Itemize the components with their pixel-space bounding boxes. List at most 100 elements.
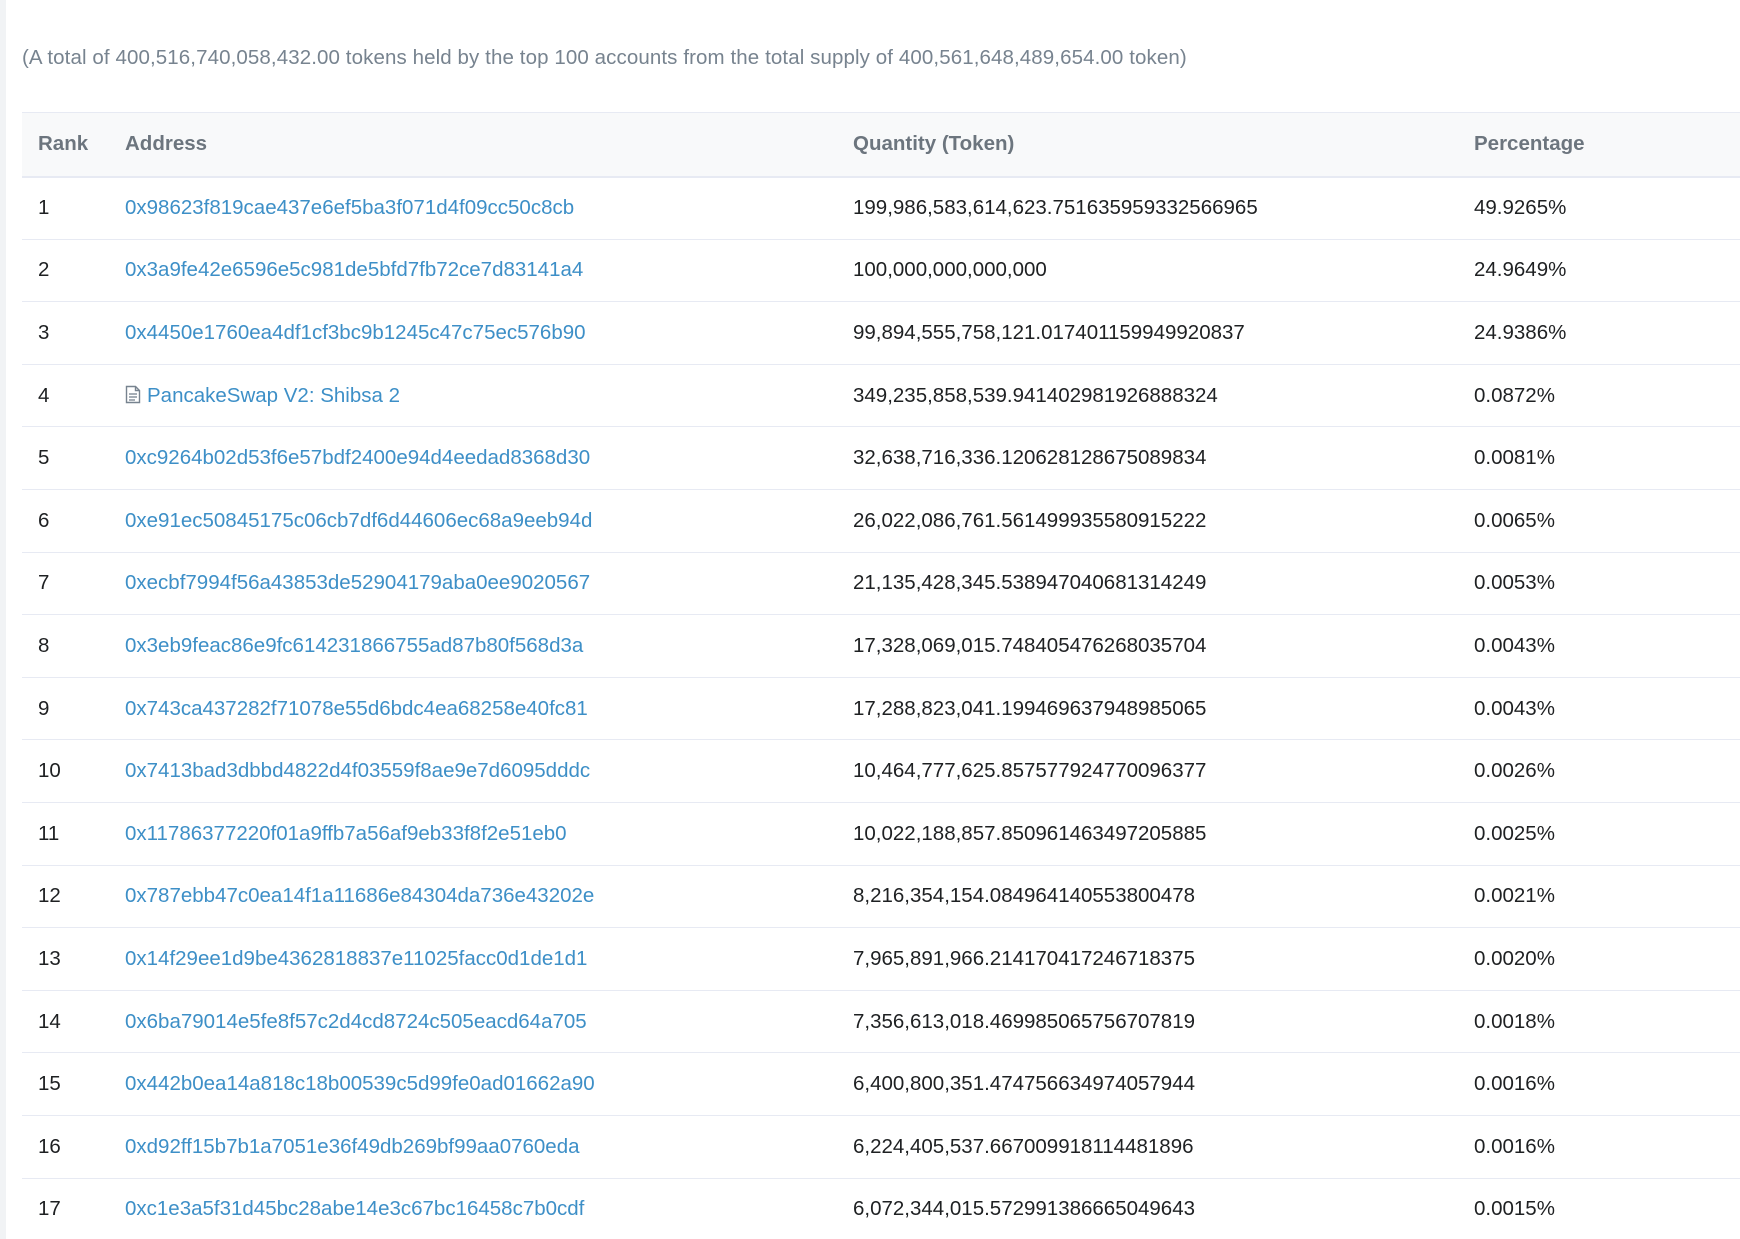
quantity-cell: 21,135,428,345.538947040681314249 [853, 571, 1207, 595]
address-link[interactable]: 0x787ebb47c0ea14f1a11686e84304da736e4320… [125, 884, 594, 907]
percentage-cell: 0.0016% [1474, 1134, 1555, 1158]
percentage-cell: 0.0016% [1474, 1072, 1555, 1096]
header-quantity: Quantity (Token) [853, 132, 1015, 156]
contract-name-link[interactable]: PancakeSwap V2: Shibsa 2 [147, 384, 400, 407]
address-link[interactable]: 0x3a9fe42e6596e5c981de5bfd7fb72ce7d83141… [125, 258, 583, 281]
percentage-cell: 0.0021% [1474, 884, 1555, 908]
quantity-cell: 199,986,583,614,623.751635959332566965 [853, 196, 1258, 220]
quantity-cell: 99,894,555,758,121.017401159949920837 [853, 320, 1245, 344]
quantity-cell: 17,328,069,015.748405476268035704 [853, 633, 1207, 657]
rank-cell: 4 [38, 383, 50, 407]
address-cell: 0xd92ff15b7b1a7051e36f49db269bf99aa0760e… [109, 1115, 837, 1178]
table-row: 2 0x3a9fe42e6596e5c981de5bfd7fb72ce7d8314… [22, 239, 1740, 302]
percentage-cell: 0.0018% [1474, 1009, 1555, 1033]
address-link[interactable]: 0xecbf7994f56a43853de52904179aba0ee90205… [125, 571, 590, 594]
quantity-cell: 7,356,613,018.469985065756707819 [853, 1009, 1196, 1033]
percentage-cell: 0.0065% [1474, 508, 1555, 532]
address-link[interactable]: 0x14f29ee1d9be4362818837e11025facc0d1de1… [125, 947, 587, 970]
address-link[interactable]: 0xc9264b02d53f6e57bdf2400e94d4eedad8368d… [125, 446, 590, 469]
quantity-cell: 17,288,823,041.199469637948985065 [853, 696, 1207, 720]
header-rank: Rank [38, 132, 89, 156]
quantity-cell: 349,235,858,539.941402981926888324 [853, 383, 1218, 407]
percentage-cell: 0.0053% [1474, 571, 1555, 595]
quantity-cell: 10,464,777,625.857577924770096377 [853, 759, 1207, 783]
table-header-row: Rank Address Quantity (Token) Percentage [22, 112, 1740, 177]
rank-cell: 11 [38, 821, 60, 845]
address-link[interactable]: 0xd92ff15b7b1a7051e36f49db269bf99aa0760e… [125, 1135, 580, 1158]
table-row: 1 0x98623f819cae437e6ef5ba3f071d4f09cc50c… [22, 177, 1740, 240]
percentage-cell: 24.9386% [1474, 320, 1567, 344]
table-row: 16 0xd92ff15b7b1a7051e36f49db269bf99aa076… [22, 1115, 1740, 1178]
quantity-cell: 10,022,188,857.850961463497205885 [853, 821, 1207, 845]
rank-cell: 8 [38, 633, 50, 657]
address-cell: 0x7413bad3dbbd4822d4f03559f8ae9e7d6095dd… [109, 740, 837, 803]
table-row: 17 0xc1e3a5f31d45bc28abe14e3c67bc16458c7b… [22, 1178, 1740, 1239]
rank-cell: 2 [38, 258, 50, 282]
rank-cell: 3 [38, 320, 50, 344]
rank-cell: 6 [38, 508, 50, 532]
address-link[interactable]: 0x442b0ea14a818c18b00539c5d99fe0ad01662a… [125, 1072, 595, 1095]
address-link[interactable]: 0xe91ec50845175c06cb7df6d44606ec68a9eeb9… [125, 509, 592, 532]
address-link[interactable]: 0x7413bad3dbbd4822d4f03559f8ae9e7d6095dd… [125, 759, 590, 782]
quantity-cell: 8,216,354,154.084964140553800478 [853, 884, 1196, 908]
table-row: 7 0xecbf7994f56a43853de52904179aba0ee9020… [22, 552, 1740, 615]
percentage-cell: 0.0043% [1474, 696, 1555, 720]
percentage-cell: 49.9265% [1474, 196, 1567, 220]
address-cell: 0x98623f819cae437e6ef5ba3f071d4f09cc50c8… [109, 177, 837, 240]
percentage-cell: 0.0015% [1474, 1197, 1555, 1221]
address-link[interactable]: 0x98623f819cae437e6ef5ba3f071d4f09cc50c8… [125, 196, 574, 219]
left-border [0, 0, 6, 1239]
address-cell: 0xc1e3a5f31d45bc28abe14e3c67bc16458c7b0c… [109, 1178, 837, 1239]
address-cell: PancakeSwap V2: Shibsa 2 [109, 364, 837, 427]
address-cell: 0xecbf7994f56a43853de52904179aba0ee90205… [109, 552, 837, 615]
address-cell: 0x14f29ee1d9be4362818837e11025facc0d1de1… [109, 928, 837, 991]
holders-summary-text: (A total of 400,516,740,058,432.00 token… [22, 46, 1187, 69]
table-row: 11 0x11786377220f01a9ffb7a56af9eb33f8f2e5… [22, 802, 1740, 866]
quantity-cell: 6,400,800,351.474756634974057944 [853, 1072, 1196, 1096]
quantity-cell: 6,072,344,015.572991386665049643 [853, 1197, 1196, 1221]
contract-document-icon [125, 385, 141, 404]
address-link[interactable]: 0x4450e1760ea4df1cf3bc9b1245c47c75ec576b… [125, 321, 586, 344]
address-cell: 0xc9264b02d53f6e57bdf2400e94d4eedad8368d… [109, 427, 837, 490]
table-row: 5 0xc9264b02d53f6e57bdf2400e94d4eedad8368… [22, 427, 1740, 490]
percentage-cell: 0.0043% [1474, 633, 1555, 657]
table-body: 1 0x98623f819cae437e6ef5ba3f071d4f09cc50c… [22, 177, 1740, 1239]
address-cell: 0x787ebb47c0ea14f1a11686e84304da736e4320… [109, 865, 837, 928]
percentage-cell: 0.0025% [1474, 821, 1555, 845]
table-row: 15 0x442b0ea14a818c18b00539c5d99fe0ad0166… [22, 1053, 1740, 1116]
percentage-cell: 0.0872% [1474, 383, 1555, 407]
quantity-cell: 6,224,405,537.667009918114481896 [853, 1134, 1194, 1158]
address-link[interactable]: 0xc1e3a5f31d45bc28abe14e3c67bc16458c7b0c… [125, 1197, 584, 1220]
quantity-cell: 32,638,716,336.120628128675089834 [853, 446, 1207, 470]
address-cell: 0x4450e1760ea4df1cf3bc9b1245c47c75ec576b… [109, 302, 837, 365]
table-row: 9 0x743ca437282f71078e55d6bdc4ea68258e40f… [22, 677, 1740, 740]
address-cell: 0x6ba79014e5fe8f57c2d4cd8724c505eacd64a7… [109, 990, 837, 1053]
table-row: 13 0x14f29ee1d9be4362818837e11025facc0d1d… [22, 928, 1740, 991]
rank-cell: 13 [38, 946, 61, 970]
table-row: 4 PancakeSwap V2: Shibsa 2 349,235,858,539… [22, 364, 1740, 427]
address-cell: 0x3a9fe42e6596e5c981de5bfd7fb72ce7d83141… [109, 239, 837, 302]
quantity-cell: 26,022,086,761.561499935580915222 [853, 508, 1207, 532]
percentage-cell: 0.0020% [1474, 946, 1555, 970]
address-link[interactable]: 0x743ca437282f71078e55d6bdc4ea68258e40fc… [125, 697, 588, 720]
address-link[interactable]: 0x3eb9feac86e9fc614231866755ad87b80f568d… [125, 634, 583, 657]
table-row: 8 0x3eb9feac86e9fc614231866755ad87b80f568… [22, 615, 1740, 678]
table-row: 3 0x4450e1760ea4df1cf3bc9b1245c47c75ec576… [22, 302, 1740, 365]
rank-cell: 1 [38, 196, 50, 220]
token-holders-table: Rank Address Quantity (Token) Percentage… [22, 112, 1740, 1239]
address-cell: 0xe91ec50845175c06cb7df6d44606ec68a9eeb9… [109, 489, 837, 552]
address-cell: 0x442b0ea14a818c18b00539c5d99fe0ad01662a… [109, 1053, 837, 1116]
rank-cell: 9 [38, 696, 50, 720]
address-link[interactable]: 0x11786377220f01a9ffb7a56af9eb33f8f2e51e… [125, 822, 567, 845]
token-holders-page: (A total of 400,516,740,058,432.00 token… [0, 0, 1740, 1239]
rank-cell: 17 [38, 1197, 61, 1221]
header-percentage: Percentage [1474, 132, 1585, 156]
rank-cell: 15 [38, 1072, 61, 1096]
rank-cell: 12 [38, 884, 61, 908]
header-address: Address [125, 132, 208, 156]
table-row: 6 0xe91ec50845175c06cb7df6d44606ec68a9eeb… [22, 489, 1740, 553]
quantity-cell: 7,965,891,966.214170417246718375 [853, 946, 1196, 970]
percentage-cell: 0.0081% [1474, 446, 1555, 470]
address-link[interactable]: 0x6ba79014e5fe8f57c2d4cd8724c505eacd64a7… [125, 1010, 587, 1033]
table-row: 12 0x787ebb47c0ea14f1a11686e84304da736e43… [22, 865, 1740, 928]
